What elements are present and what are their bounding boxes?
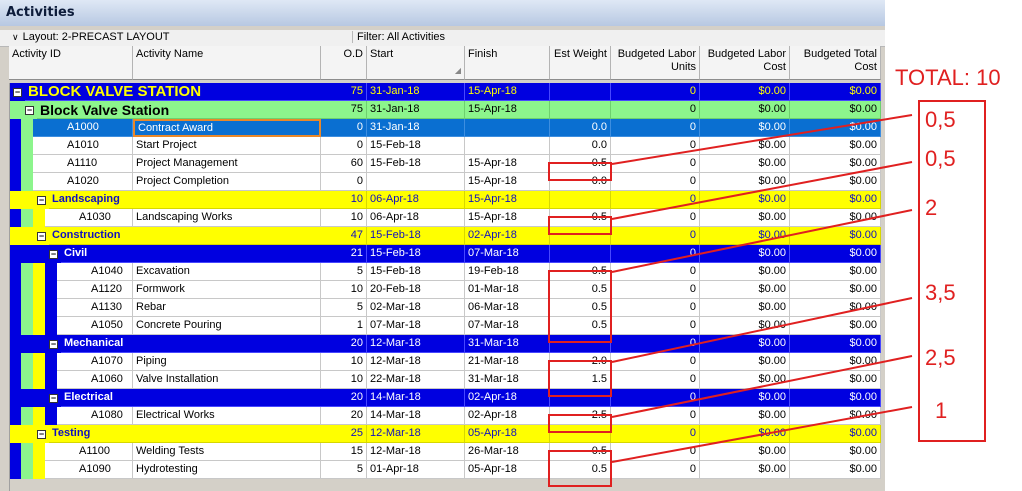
highlight-box (548, 414, 612, 433)
annotation-value: 1 (935, 398, 948, 423)
total-annotation: TOTAL: 10 (895, 65, 1001, 90)
annotation-value: 3,5 (925, 280, 956, 305)
annotation-value: 2,5 (925, 345, 956, 370)
highlight-box (548, 216, 612, 235)
highlight-box (548, 162, 612, 181)
highlight-box (548, 270, 612, 343)
highlight-box (548, 450, 612, 487)
annotation-value: 0,5 (925, 146, 956, 171)
annotation-lines (611, 114, 913, 463)
annotation-value: 0,5 (925, 107, 956, 132)
highlight-box (548, 360, 612, 397)
annotation-value: 2 (925, 195, 938, 220)
